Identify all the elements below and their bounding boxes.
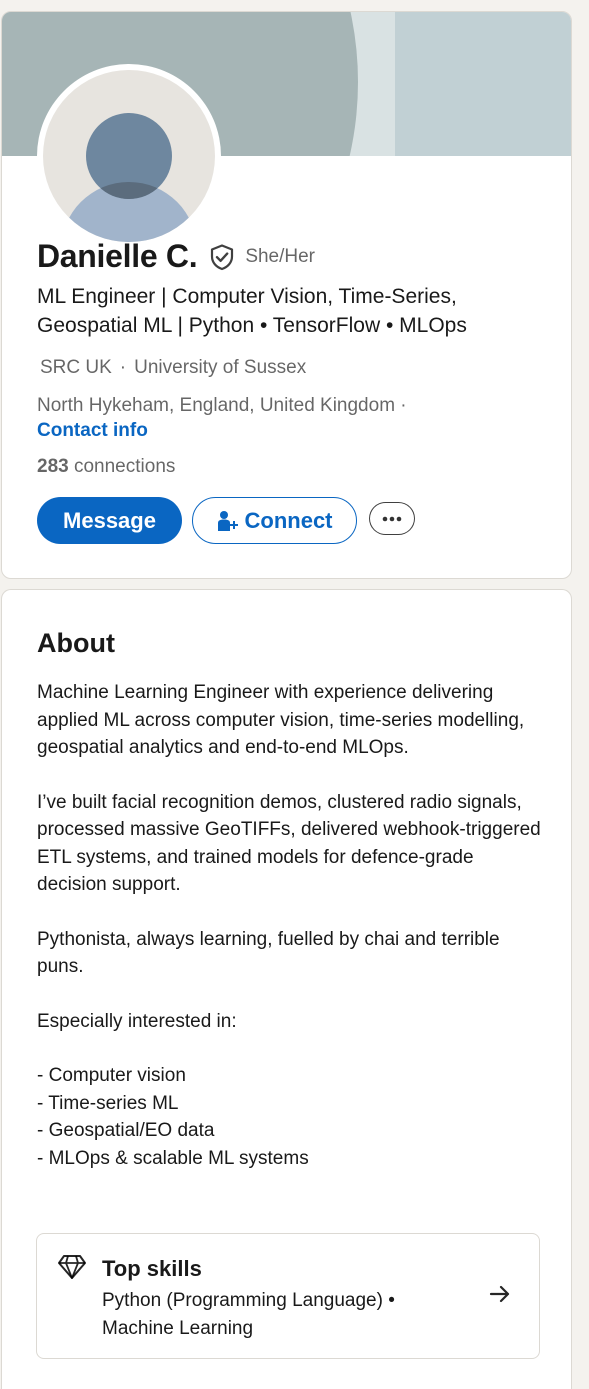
- connections-label: connections: [73, 456, 176, 477]
- top-skills-card[interactable]: Top skills Python (Programming Language)…: [36, 1233, 540, 1359]
- about-paragraph: Machine Learning Engineer with experienc…: [37, 682, 525, 758]
- list-item: - Computer vision: [37, 1065, 186, 1086]
- list-item: - Geospatial/EO data: [37, 1120, 215, 1141]
- list-item: - MLOps & scalable ML systems: [37, 1147, 309, 1169]
- list-item: - Time-series ML: [37, 1092, 179, 1114]
- message-button[interactable]: Message: [37, 497, 182, 544]
- education-school[interactable]: University of Sussex: [134, 357, 306, 378]
- connections-number: 283: [37, 456, 69, 477]
- avatar-overlap-shape: [86, 113, 172, 199]
- contact-info-link[interactable]: Contact info: [37, 420, 148, 442]
- top-skills-list: Python (Programming Language) • Machine …: [102, 1290, 395, 1339]
- connect-button-label: Connect: [244, 507, 333, 533]
- avatar-placeholder: [43, 70, 215, 242]
- more-actions-button[interactable]: [369, 502, 415, 535]
- about-paragraph: I’ve built facial recognition demos, clu…: [37, 791, 541, 896]
- current-company[interactable]: SRC UK: [40, 357, 112, 378]
- avatar[interactable]: [37, 64, 221, 248]
- profile-headline: ML Engineer | Computer Vision, Time-Seri…: [37, 285, 467, 337]
- profile-location: North Hykeham, England, United Kingdom ·: [37, 395, 407, 416]
- arrow-right-icon[interactable]: [488, 1284, 512, 1304]
- separator: ·: [119, 357, 127, 378]
- connections-count[interactable]: 283 connections: [37, 456, 175, 478]
- affiliations: SRC UK · University of Sussex: [40, 357, 306, 379]
- top-skills-title: Top skills: [102, 1256, 202, 1281]
- about-paragraph: Pythonista, always learning, fuelled by …: [37, 928, 500, 978]
- ellipsis-icon: [382, 516, 402, 521]
- about-title: About: [37, 628, 115, 658]
- about-text: Machine Learning Engineer with experienc…: [37, 679, 547, 1172]
- diamond-icon: [58, 1255, 86, 1279]
- pronouns: She/Her: [245, 245, 316, 267]
- add-person-icon: [217, 510, 238, 531]
- interests-list: - Computer vision - Time-series ML - Geo…: [37, 1062, 547, 1172]
- name-row: Danielle C. She/Her: [37, 238, 315, 275]
- profile-card: Danielle C. She/Her ML Engineer | Comput…: [1, 11, 572, 579]
- connect-button[interactable]: Connect: [192, 497, 357, 544]
- profile-name: Danielle C.: [37, 238, 198, 274]
- verified-shield-icon[interactable]: [208, 243, 236, 271]
- message-button-label: Message: [63, 507, 156, 533]
- about-paragraph: Especially interested in:: [37, 1010, 237, 1032]
- about-card: About Machine Learning Engineer with exp…: [1, 589, 572, 1389]
